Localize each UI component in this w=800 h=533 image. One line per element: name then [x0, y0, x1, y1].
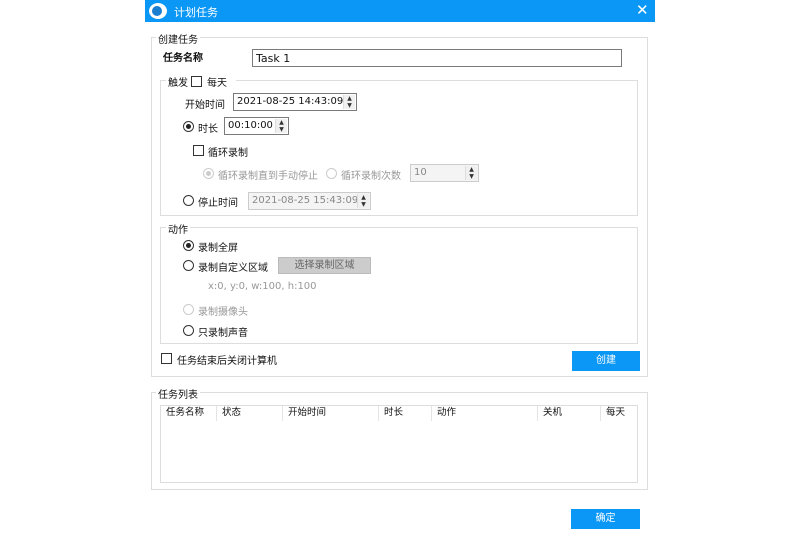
loop-until-stop-label: 循环录制直到手动停止 [218, 171, 318, 182]
daily-label: 每天 [207, 78, 227, 89]
daily-checkbox[interactable] [191, 76, 202, 87]
loop-count-label: 循环录制次数 [341, 171, 401, 182]
column-header-start-time[interactable]: 开始时间 [283, 406, 379, 421]
start-time-value: 2021-08-25 14:43:09 [237, 96, 344, 107]
stop-time-radio[interactable] [183, 195, 194, 206]
duration-value: 00:10:00 [228, 120, 273, 131]
audio-only-label: 只录制声音 [198, 328, 248, 339]
task-name-label: 任务名称 [163, 53, 203, 64]
start-time-spinner[interactable]: ▲ ▼ [343, 95, 355, 109]
column-header-shutdown[interactable]: 关机 [538, 406, 601, 421]
duration-input[interactable]: 00:10:00 ▲ ▼ [224, 117, 289, 135]
audio-only-radio[interactable] [183, 325, 194, 336]
column-header-duration[interactable]: 时长 [379, 406, 432, 421]
fullscreen-radio[interactable] [183, 240, 194, 251]
custom-region-label: 录制自定义区域 [198, 263, 268, 274]
select-region-button[interactable]: 选择录制区域 [278, 257, 371, 274]
loop-record-checkbox[interactable] [193, 145, 204, 156]
task-list-label: 任务列表 [156, 386, 200, 401]
stop-time-value: 2021-08-25 15:43:09 [252, 195, 359, 206]
shutdown-label: 任务结束后关闭计算机 [177, 356, 277, 367]
stop-time-label: 停止时间 [198, 198, 238, 209]
close-icon[interactable]: ✕ [636, 1, 649, 19]
action-label: 动作 [166, 221, 190, 236]
camera-radio[interactable] [183, 304, 194, 315]
camera-icon [149, 3, 167, 19]
loop-count-spinner[interactable]: ▲ ▼ [465, 166, 477, 180]
column-header-status[interactable]: 状态 [217, 406, 283, 421]
ok-button[interactable]: 确定 [571, 509, 640, 529]
create-button[interactable]: 创建 [572, 351, 640, 371]
stop-time-input[interactable]: 2021-08-25 15:43:09 ▲ ▼ [248, 192, 371, 210]
duration-radio[interactable] [183, 121, 194, 132]
shutdown-checkbox[interactable] [161, 353, 172, 364]
column-header-action[interactable]: 动作 [432, 406, 538, 421]
region-coordinates: x:0, y:0, w:100, h:100 [208, 281, 317, 292]
loop-count-value: 10 [414, 167, 427, 178]
window-title: 计划任务 [174, 6, 218, 19]
fullscreen-label: 录制全屏 [198, 243, 238, 254]
start-time-label: 开始时间 [185, 100, 225, 111]
loop-count-input[interactable]: 10 ▲ ▼ [410, 164, 479, 182]
duration-spinner[interactable]: ▲ ▼ [275, 119, 287, 133]
trigger-label: 触发 [168, 78, 188, 89]
create-task-label: 创建任务 [156, 31, 200, 46]
title-bar [145, 0, 655, 22]
column-header-daily[interactable]: 每天 [601, 406, 637, 421]
start-time-input[interactable]: 2021-08-25 14:43:09 ▲ ▼ [233, 93, 357, 111]
stop-time-spinner[interactable]: ▲ ▼ [357, 194, 369, 208]
camera-label: 录制摄像头 [198, 307, 248, 318]
loop-count-radio[interactable] [326, 168, 337, 179]
column-header-name[interactable]: 任务名称 [161, 406, 217, 421]
custom-region-radio[interactable] [183, 260, 194, 271]
loop-record-label: 循环录制 [208, 148, 248, 159]
duration-label: 时长 [198, 124, 218, 135]
loop-until-stop-radio[interactable] [203, 168, 214, 179]
task-name-input[interactable]: Task 1 [252, 49, 622, 67]
